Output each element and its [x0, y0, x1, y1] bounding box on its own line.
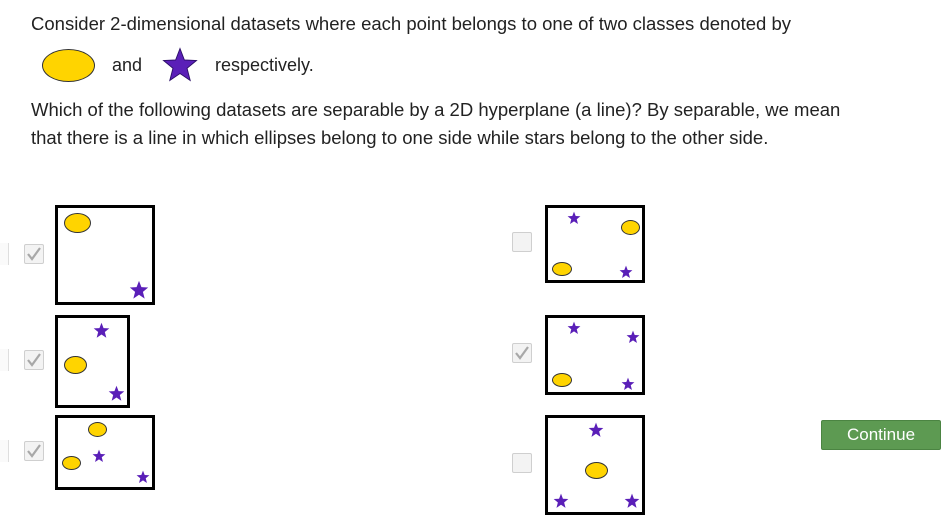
- option-3-plot[interactable]: [55, 315, 130, 408]
- star-marker-icon: [626, 330, 640, 344]
- option-5-checkbox[interactable]: [24, 441, 44, 461]
- ellipse-marker: [552, 373, 572, 387]
- star-marker-icon: [136, 470, 150, 484]
- star-marker-icon: [129, 280, 149, 299]
- continue-button[interactable]: Continue: [821, 420, 941, 450]
- ellipse-marker: [621, 220, 640, 235]
- option-6-checkbox[interactable]: [512, 453, 532, 473]
- star-marker-icon: [567, 211, 581, 225]
- option-1-checkbox[interactable]: [24, 244, 44, 264]
- ellipse-marker: [552, 262, 572, 276]
- option-2-checkbox[interactable]: [512, 232, 532, 252]
- legend-star-icon: [162, 47, 198, 82]
- ellipse-marker: [88, 422, 107, 437]
- star-marker-icon: [588, 422, 604, 437]
- star-marker-icon: [93, 322, 110, 338]
- legend-ellipse-icon: [42, 49, 95, 82]
- star-marker-icon: [621, 377, 635, 391]
- ellipse-marker: [64, 213, 91, 233]
- option-4-checkbox[interactable]: [512, 343, 532, 363]
- ellipse-marker: [64, 356, 87, 374]
- option-6-plot[interactable]: [545, 415, 645, 515]
- checkmark-icon: [27, 444, 41, 458]
- star-marker-icon: [92, 449, 106, 463]
- option-1-plot[interactable]: [55, 205, 155, 305]
- star-marker-icon: [553, 493, 569, 508]
- checkmark-icon: [27, 247, 41, 261]
- star-marker-icon: [567, 321, 581, 335]
- legend-and-text: and: [112, 55, 143, 75]
- star-marker-icon: [624, 493, 640, 508]
- star-marker-icon: [108, 385, 125, 401]
- question-line-1: Consider 2-dimensional datasets where ea…: [31, 13, 791, 34]
- question-line-2: Which of the following datasets are sepa…: [31, 99, 841, 120]
- legend-respectively-text: respectively.: [215, 55, 314, 75]
- option-5-plot[interactable]: [55, 415, 155, 490]
- ellipse-marker: [585, 462, 608, 479]
- option-4-plot[interactable]: [545, 315, 645, 395]
- option-2-plot[interactable]: [545, 205, 645, 283]
- option-3-checkbox[interactable]: [24, 350, 44, 370]
- ellipse-marker: [62, 456, 81, 470]
- checkmark-icon: [515, 346, 529, 360]
- left-edge-marker-3: [0, 440, 9, 462]
- left-edge-marker-1: [0, 243, 9, 265]
- question-line-3: that there is a line in which ellipses b…: [31, 127, 769, 148]
- star-marker-icon: [619, 265, 633, 279]
- left-edge-marker-2: [0, 349, 9, 371]
- checkmark-icon: [27, 353, 41, 367]
